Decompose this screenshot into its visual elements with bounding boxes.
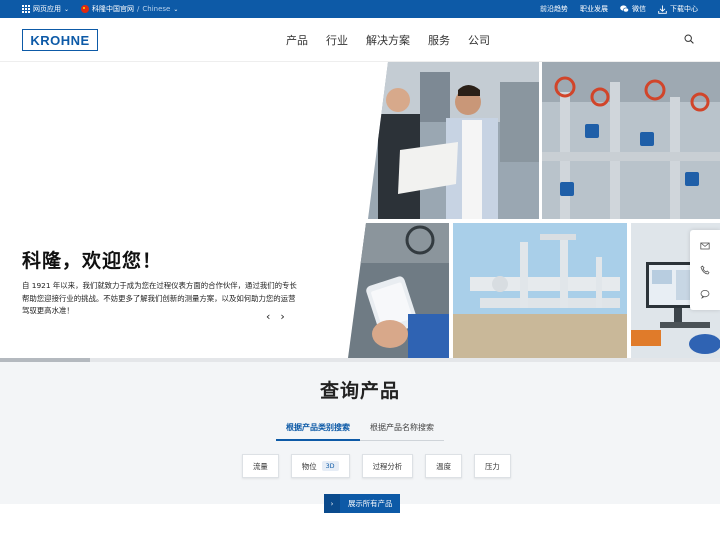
- nav-industries[interactable]: 行业: [326, 32, 348, 48]
- slider-controls: ‹ ›: [266, 310, 285, 323]
- photo-phone: [348, 223, 449, 358]
- chevron-down-icon: ⌄: [64, 5, 70, 13]
- web-apps-menu[interactable]: 网页应用 ⌄: [22, 4, 69, 14]
- category-label: 物位: [301, 461, 317, 471]
- wechat-label: 微信: [632, 5, 646, 13]
- nav-company[interactable]: 公司: [468, 32, 490, 48]
- show-all-label: 展示所有产品: [348, 499, 393, 508]
- wechat-link[interactable]: 微信: [620, 4, 646, 14]
- hero-description: 自 1921 年以来，我们就致力于成为您在过程仪表方面的合作伙伴，通过我们的专长…: [22, 281, 297, 315]
- downloads-link[interactable]: 下载中心: [658, 4, 698, 14]
- krohne-logo[interactable]: KROHNE: [22, 29, 98, 51]
- photo-engineers: [368, 62, 539, 219]
- category-label: 过程分析: [372, 461, 403, 471]
- main-header: KROHNE 产品 行业 解决方案 服务 公司: [0, 18, 720, 62]
- category-label: 流量: [253, 461, 268, 471]
- tab-search-by-category[interactable]: 根据产品类别搜索: [276, 418, 360, 441]
- category-analysis[interactable]: 过程分析: [361, 454, 414, 478]
- category-label: 温度: [436, 461, 451, 471]
- product-search-tabs: 根据产品类别搜索 根据产品名称搜索: [276, 418, 444, 441]
- hero-title: 科隆，欢迎您！: [22, 250, 163, 272]
- nav-services[interactable]: 服务: [428, 32, 450, 48]
- site-name: 科隆中国官网: [92, 5, 135, 13]
- mail-icon[interactable]: [700, 241, 710, 251]
- slider-next-button[interactable]: ›: [280, 310, 284, 323]
- apps-grid-icon: [22, 5, 30, 13]
- utility-right: 前沿趋势 职业发展 微信 下载中心: [540, 4, 698, 14]
- category-flow[interactable]: 流量: [242, 454, 279, 478]
- wechat-icon: [620, 5, 629, 13]
- utility-left: 网页应用 ⌄ 科隆中国官网 / Chinese ⌄: [22, 4, 178, 14]
- web-apps-label: 网页应用: [33, 5, 61, 13]
- hero-carousel: 科隆，欢迎您！ 自 1921 年以来，我们就致力于成为您在过程仪表方面的合作伙伴…: [0, 62, 720, 362]
- photo-valves: [542, 62, 720, 219]
- news-link[interactable]: 前沿趋势: [540, 4, 568, 14]
- phone-icon[interactable]: [700, 265, 710, 275]
- nav-solutions[interactable]: 解决方案: [366, 32, 410, 48]
- product-search-section: 查询产品 根据产品类别搜索 根据产品名称搜索 流量 物位 3D 过程分析 温度 …: [0, 362, 720, 504]
- download-icon: [658, 5, 667, 14]
- badge-3d: 3D: [321, 461, 339, 471]
- nav-products[interactable]: 产品: [286, 32, 308, 48]
- arrow-right-icon: ›: [324, 494, 340, 513]
- site-language: Chinese: [142, 5, 171, 13]
- slider-prev-button[interactable]: ‹: [266, 310, 270, 323]
- china-flag-icon: [81, 5, 90, 13]
- category-level[interactable]: 物位 3D: [290, 454, 350, 478]
- logo-text: KROHNE: [30, 32, 90, 48]
- category-pressure[interactable]: 压力: [473, 454, 511, 478]
- category-temperature[interactable]: 温度: [425, 454, 462, 478]
- site-selector[interactable]: 科隆中国官网 / Chinese ⌄: [81, 4, 178, 14]
- chat-icon[interactable]: [700, 289, 710, 299]
- careers-link[interactable]: 职业发展: [580, 4, 608, 14]
- category-chips: 流量 物位 3D 过程分析 温度 压力: [242, 454, 511, 478]
- tab-search-by-name[interactable]: 根据产品名称搜索: [360, 418, 444, 441]
- category-label: 压力: [484, 461, 500, 471]
- search-icon[interactable]: [684, 34, 694, 44]
- show-all-products-button[interactable]: › 展示所有产品: [324, 494, 401, 513]
- utility-bar: 网页应用 ⌄ 科隆中国官网 / Chinese ⌄ 前沿趋势 职业发展 微信 下…: [0, 0, 720, 18]
- downloads-label: 下载中心: [670, 5, 698, 13]
- photo-pipeline: [453, 223, 627, 358]
- main-nav: 产品 行业 解决方案 服务 公司: [286, 32, 490, 48]
- contact-sidebar: [690, 230, 720, 310]
- chevron-down-icon: ⌄: [173, 5, 179, 13]
- product-search-title: 查询产品: [319, 380, 400, 402]
